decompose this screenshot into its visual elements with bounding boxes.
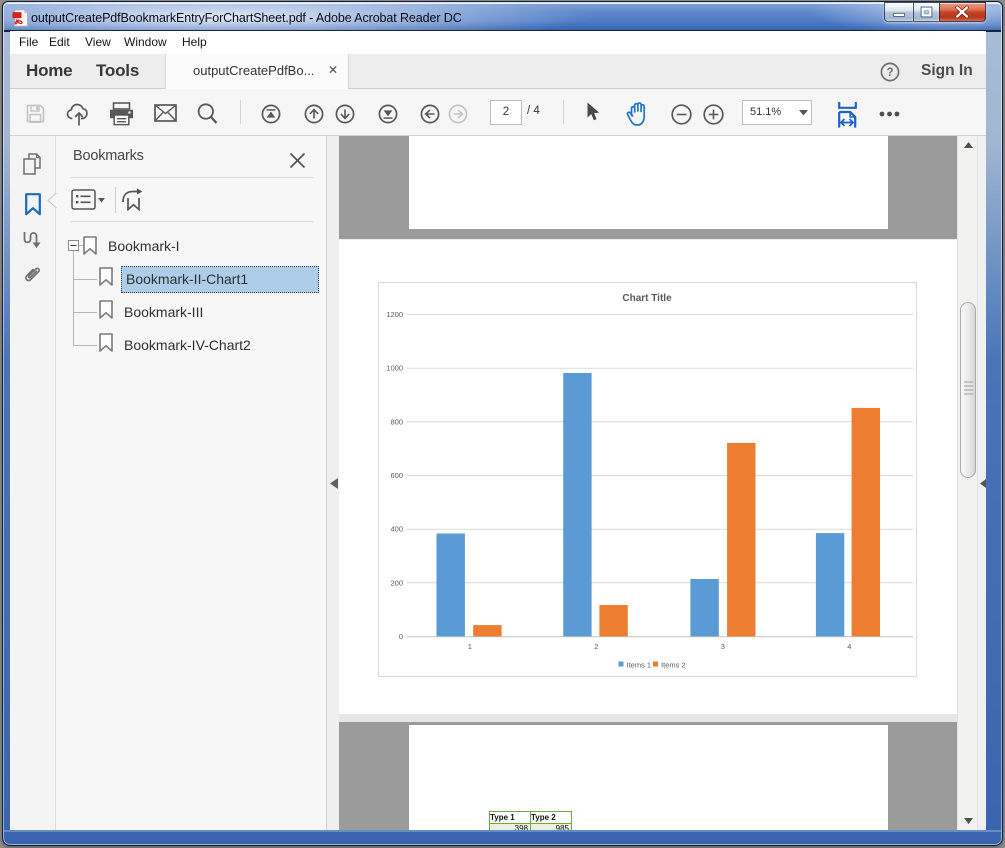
- svg-text:800: 800: [390, 417, 403, 426]
- svg-text:0: 0: [399, 632, 403, 641]
- svg-text:600: 600: [390, 471, 403, 480]
- svg-text:1000: 1000: [386, 364, 403, 373]
- svg-text:1: 1: [468, 642, 472, 651]
- svg-text:?: ?: [886, 67, 893, 79]
- svg-text:Items 1: Items 1: [627, 661, 652, 670]
- svg-text:Items 2: Items 2: [661, 661, 686, 670]
- svg-text:1200: 1200: [386, 310, 403, 319]
- svg-text:2: 2: [594, 642, 598, 651]
- svg-text:Chart Title: Chart Title: [622, 293, 672, 304]
- svg-text:4: 4: [847, 642, 851, 651]
- svg-text:3: 3: [721, 642, 725, 651]
- svg-text:400: 400: [390, 525, 403, 534]
- svg-text:200: 200: [390, 578, 403, 587]
